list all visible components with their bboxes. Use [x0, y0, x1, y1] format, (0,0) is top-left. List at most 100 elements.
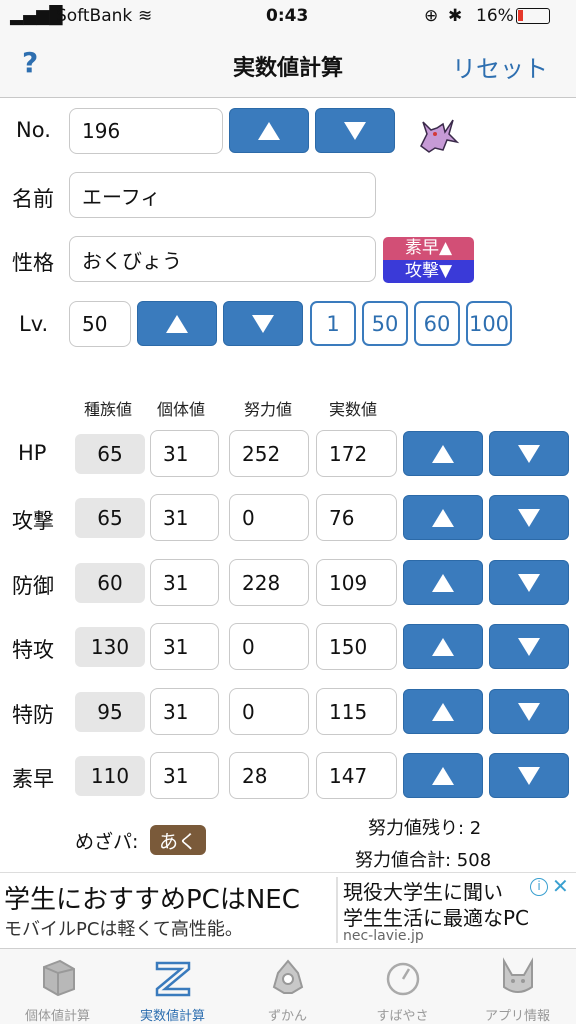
arrow-up-icon — [166, 314, 188, 333]
tab-label: 個体値計算 — [24, 1009, 90, 1024]
base-stat-value: 60 — [75, 563, 145, 603]
battery-icon — [516, 8, 550, 24]
iv-input[interactable]: 31 — [150, 559, 219, 606]
base-stat-value: 130 — [75, 627, 145, 667]
header-real: 実数値 — [329, 400, 378, 419]
ev-remaining: 努力値残り: 2 — [368, 818, 482, 839]
clock: 0:43 — [266, 6, 309, 26]
header-base: 種族値 — [84, 400, 133, 419]
reset-button[interactable]: リセット — [452, 49, 548, 84]
ev-total: 努力値合計: 508 — [355, 850, 492, 871]
stat-up-button[interactable] — [403, 495, 483, 540]
stat-down-button[interactable] — [489, 689, 569, 734]
header-ev: 努力値 — [244, 400, 293, 419]
tab-app-info[interactable]: アプリ情報 — [460, 949, 575, 1024]
stat-name: 防御 — [12, 574, 54, 598]
signal-icon: ▂▄▆█ — [10, 6, 63, 26]
nature-input[interactable]: おくびょう — [69, 236, 376, 282]
stat-name: 特防 — [12, 703, 54, 727]
lv-preset-100[interactable]: 100 — [466, 301, 512, 346]
arrow-down-icon — [518, 702, 540, 721]
tab-label: アプリ情報 — [484, 1009, 550, 1024]
nature-down-badge: 攻撃▼ — [383, 260, 474, 283]
stat-up-button[interactable] — [403, 560, 483, 605]
pikachu-icon — [503, 957, 533, 993]
iv-input[interactable]: 31 — [150, 494, 219, 541]
real-stat-input[interactable]: 172 — [316, 430, 397, 477]
pokemon-sprite-icon — [413, 112, 461, 156]
arrow-up-icon — [432, 637, 454, 656]
base-stat-value: 65 — [75, 434, 145, 474]
status-bar: ▂▄▆█ SoftBank ≋ 0:43 ⊕ ✱ 16% — [0, 0, 576, 34]
ad-divider — [336, 877, 338, 943]
ev-input[interactable]: 228 — [229, 559, 309, 606]
arrow-down-icon — [518, 766, 540, 785]
ad-info-icon[interactable]: i — [530, 878, 548, 896]
pokedex-icon — [272, 959, 304, 994]
lv-up-button[interactable] — [137, 301, 217, 346]
lv-input[interactable]: 50 — [69, 301, 131, 347]
carrier: SoftBank — [56, 6, 133, 26]
tab-bar: 個体値計算 実数値計算 ずかん すばやさ アプリ情報 — [0, 948, 576, 1024]
no-down-button[interactable] — [315, 108, 395, 153]
arrow-down-icon — [252, 314, 274, 333]
no-input[interactable]: 196 — [69, 108, 223, 154]
hidden-power-label: めざパ: — [75, 831, 139, 853]
nature-up-badge: 素早▲ — [383, 237, 474, 260]
stat-down-button[interactable] — [489, 560, 569, 605]
nature-label: 性格 — [12, 251, 54, 275]
arrow-up-icon — [432, 508, 454, 527]
lv-down-button[interactable] — [223, 301, 303, 346]
stat-name: 攻撃 — [12, 509, 54, 533]
ad-banner[interactable]: 学生におすすめPCはNEC モバイルPCは軽くて高性能。 現役大学生に聞い 学生… — [0, 872, 576, 948]
ad-close-icon[interactable]: ✕ — [552, 874, 569, 898]
stat-down-button[interactable] — [489, 495, 569, 540]
real-stat-input[interactable]: 109 — [316, 559, 397, 606]
iv-input[interactable]: 31 — [150, 430, 219, 477]
stat-down-button[interactable] — [489, 431, 569, 476]
stat-name: 素早 — [12, 767, 54, 791]
tab-pokedex[interactable]: ずかん — [230, 949, 345, 1024]
ev-input[interactable]: 0 — [229, 688, 309, 735]
stat-up-button[interactable] — [403, 753, 483, 798]
box-icon — [43, 959, 75, 997]
tab-label: 実数値計算 — [139, 1009, 205, 1024]
iv-input[interactable]: 31 — [150, 688, 219, 735]
stat-up-button[interactable] — [403, 624, 483, 669]
lv-preset-1[interactable]: 1 — [310, 301, 356, 346]
ev-input[interactable]: 0 — [229, 623, 309, 670]
ad-right-headline: 現役大学生に聞い — [343, 880, 503, 904]
iv-input[interactable]: 31 — [150, 623, 219, 670]
lv-preset-60[interactable]: 60 — [414, 301, 460, 346]
lv-preset-50[interactable]: 50 — [362, 301, 408, 346]
ev-input[interactable]: 28 — [229, 752, 309, 799]
wifi-icon: ≋ — [138, 6, 153, 26]
ev-input[interactable]: 0 — [229, 494, 309, 541]
arrow-down-icon — [518, 508, 540, 527]
stat-name: HP — [18, 441, 47, 465]
tab-speed[interactable]: すばやさ — [345, 949, 460, 1024]
ad-subline: モバイルPCは軽くて高性能。 — [4, 919, 243, 940]
no-up-button[interactable] — [229, 108, 309, 153]
stat-down-button[interactable] — [489, 753, 569, 798]
real-stat-input[interactable]: 147 — [316, 752, 397, 799]
tab-iv-calc[interactable]: 個体値計算 — [0, 949, 115, 1024]
arrow-up-icon — [432, 702, 454, 721]
iv-input[interactable]: 31 — [150, 752, 219, 799]
tab-real-calc[interactable]: 実数値計算 — [115, 949, 230, 1024]
real-stat-input[interactable]: 150 — [316, 623, 397, 670]
nav-bar: ? 実数値計算 リセット — [0, 34, 576, 98]
real-stat-input[interactable]: 76 — [316, 494, 397, 541]
stat-up-button[interactable] — [403, 689, 483, 734]
stat-down-button[interactable] — [489, 624, 569, 669]
stat-up-button[interactable] — [403, 431, 483, 476]
arrow-up-icon — [258, 121, 280, 140]
name-input[interactable]: エーフィ — [69, 172, 376, 218]
real-stat-input[interactable]: 115 — [316, 688, 397, 735]
arrow-down-icon — [518, 573, 540, 592]
base-stat-value: 65 — [75, 498, 145, 538]
tab-label: ずかん — [267, 1009, 307, 1024]
ev-input[interactable]: 252 — [229, 430, 309, 477]
stat-name: 特攻 — [12, 638, 54, 662]
arrow-up-icon — [432, 444, 454, 463]
